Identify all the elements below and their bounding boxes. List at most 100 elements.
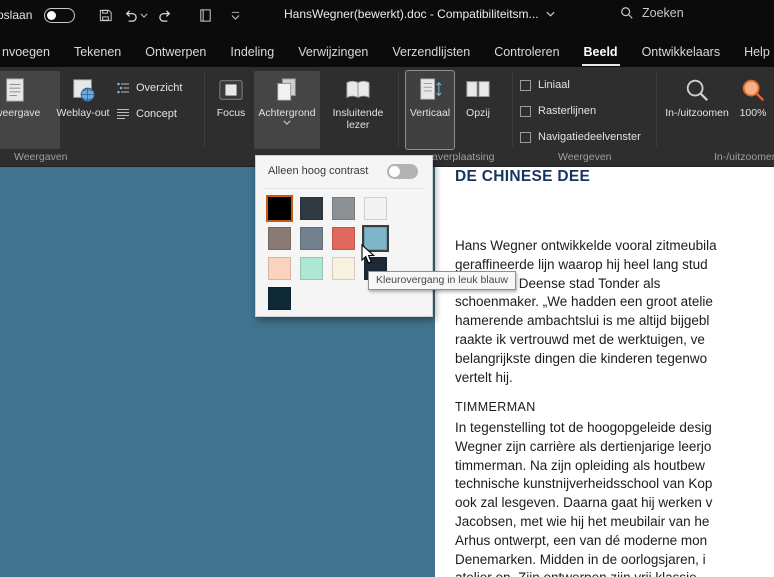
gridlines-label: Rasterlijnen xyxy=(538,105,597,117)
group-label-views: Weergaven xyxy=(14,151,68,163)
text-line: In tegenstelling tot de hoogopgeleide de… xyxy=(455,420,712,435)
text-line: raakte ik vertrouwd met de werktuigen, v… xyxy=(455,331,705,347)
focus-label: Focus xyxy=(216,107,246,119)
gridlines-checkbox[interactable]: Rasterlijnen xyxy=(520,105,596,117)
swatch-tooltip: Kleurovergang in leuk blauw xyxy=(368,271,516,290)
chevron-down-icon xyxy=(546,11,555,17)
background-label: Achtergrond xyxy=(258,107,316,119)
undo-button[interactable] xyxy=(121,6,139,24)
tab-verzendlijsten[interactable]: Verzendlijsten xyxy=(380,40,482,68)
save-button[interactable] xyxy=(96,6,114,24)
redo-icon xyxy=(158,9,170,22)
tab-controleren[interactable]: Controleren xyxy=(482,40,571,68)
color-swatch-hovered[interactable] xyxy=(364,227,387,250)
side-to-side-label: Opzij xyxy=(466,107,490,119)
color-swatch[interactable] xyxy=(364,197,387,220)
color-swatch[interactable] xyxy=(332,197,355,220)
text-line: atelier op. Zijn ontwerpen zijn vrij kla… xyxy=(455,569,712,577)
high-contrast-toggle[interactable] xyxy=(387,164,418,179)
text-line: Arhus ontwerpt, een van dé moderne mon xyxy=(455,532,708,548)
color-swatch[interactable] xyxy=(332,257,355,280)
tab-ontwikkelaars[interactable]: Ontwikkelaars xyxy=(630,40,733,68)
journal-button[interactable] xyxy=(196,6,214,24)
ruler-checkbox[interactable]: Liniaal xyxy=(520,79,570,91)
focus-icon xyxy=(217,76,245,104)
color-swatch[interactable] xyxy=(268,227,291,250)
outline-icon xyxy=(117,82,129,94)
ruler-label: Liniaal xyxy=(538,79,570,91)
tab-help[interactable]: Help xyxy=(732,40,774,68)
zoom-100-icon xyxy=(739,76,767,104)
chevron-down-icon xyxy=(140,13,148,18)
zoom-100-button[interactable]: 100% xyxy=(730,71,774,149)
immersive-reader-button[interactable]: Insluitende lezer xyxy=(324,71,392,149)
ribbon-tab-bar: nvoegen Tekenen Ontwerpen Indeling Verwi… xyxy=(0,40,774,68)
text-line: Hans Wegner ontwikkelde vooral zitmeubil… xyxy=(455,238,717,253)
web-layout-view-button[interactable]: Weblay-out xyxy=(56,71,110,149)
focus-button[interactable]: Focus xyxy=(210,71,252,149)
document-title-dropdown[interactable]: HansWegner(bewerkt).doc - Compatibilitei… xyxy=(284,7,555,21)
background-icon xyxy=(273,76,301,104)
text-line: Jacobsen, met wie hij het meubilair van … xyxy=(455,513,710,529)
text-line: Denemarken. Midden in de oorlogsjaren, i xyxy=(455,551,706,567)
redo-button[interactable] xyxy=(156,6,174,24)
high-contrast-label: Alleen hoog contrast xyxy=(268,165,369,177)
autosave-toggle[interactable] xyxy=(44,8,75,23)
group-separator xyxy=(656,72,657,146)
tab-verwijzingen[interactable]: Verwijzingen xyxy=(286,40,380,68)
autosave-label: pslaan xyxy=(0,8,33,22)
color-swatch[interactable] xyxy=(268,197,291,220)
draft-view-button[interactable]: Concept xyxy=(112,103,181,125)
chevron-down-icon xyxy=(283,120,291,125)
chevron-down-icon xyxy=(230,11,240,20)
toggle-knob xyxy=(389,166,400,177)
tab-beeld[interactable]: Beeld xyxy=(572,40,630,68)
zoom-button[interactable]: In-/uitzoomen xyxy=(665,71,729,149)
immersive-reader-label: Insluitende lezer xyxy=(332,107,384,131)
tab-indeling[interactable]: Indeling xyxy=(218,40,286,68)
navigation-pane-label: Navigatiedeelvenster xyxy=(538,131,641,143)
vertical-label: Verticaal xyxy=(409,107,451,119)
background-button[interactable]: Achtergrond xyxy=(254,71,320,149)
document-subheading: TIMMERMAN xyxy=(455,400,536,414)
group-separator xyxy=(512,72,513,146)
undo-dropdown-chevron[interactable] xyxy=(138,6,150,24)
title-bar: pslaan HansWegner(bewerkt).doc - Compati… xyxy=(0,0,774,67)
tab-invoegen[interactable]: nvoegen xyxy=(0,40,62,68)
print-layout-label: kweergave xyxy=(0,107,41,119)
paragraph-1: Hans Wegner ontwikkelde vooral zitmeubil… xyxy=(455,237,717,387)
print-layout-view-button[interactable]: kweergave xyxy=(0,71,60,149)
side-to-side-button[interactable]: Opzij xyxy=(456,71,500,149)
text-line: schoenmaker. „We hadden een groot atelie xyxy=(455,294,713,310)
web-layout-icon xyxy=(69,76,97,104)
text-line: vertelt hij. xyxy=(455,369,513,385)
search-icon xyxy=(621,7,633,19)
group-separator xyxy=(398,72,399,146)
paragraph-2: In tegenstelling tot de hoogopgeleide de… xyxy=(455,419,712,577)
outline-view-button[interactable]: Overzicht xyxy=(112,77,186,99)
checkbox-icon xyxy=(520,131,531,143)
immersive-reader-icon xyxy=(344,76,372,104)
color-swatch[interactable] xyxy=(268,257,291,280)
vertical-page-movement-button[interactable]: Verticaal xyxy=(405,70,455,150)
tab-ontwerpen[interactable]: Ontwerpen xyxy=(133,40,218,68)
zoom-label: In-/uitzoomen xyxy=(665,107,729,119)
document-page[interactable]: DE CHINESE DEE Hans Wegner ontwikkelde v… xyxy=(435,167,774,577)
color-swatch[interactable] xyxy=(300,257,323,280)
color-swatch[interactable] xyxy=(300,197,323,220)
web-layout-label: Weblay-out xyxy=(56,107,110,119)
tab-tekenen[interactable]: Tekenen xyxy=(62,40,133,68)
navigation-pane-checkbox[interactable]: Navigatiedeelvenster xyxy=(520,131,641,143)
background-color-dropdown: Alleen hoog contrast xyxy=(255,155,433,317)
text-line: hamerende ambachtslui is me altijd bijge… xyxy=(455,313,710,329)
outline-label: Overzicht xyxy=(136,82,183,94)
group-separator xyxy=(204,72,205,146)
color-swatch[interactable] xyxy=(332,227,355,250)
search-box[interactable]: Zoeken xyxy=(620,6,684,20)
quick-access-overflow-button[interactable] xyxy=(226,6,244,24)
floppy-icon xyxy=(99,9,112,21)
search-label: Zoeken xyxy=(642,6,684,20)
color-swatch[interactable] xyxy=(300,227,323,250)
color-swatch[interactable] xyxy=(268,287,291,310)
journal-icon xyxy=(199,8,211,22)
